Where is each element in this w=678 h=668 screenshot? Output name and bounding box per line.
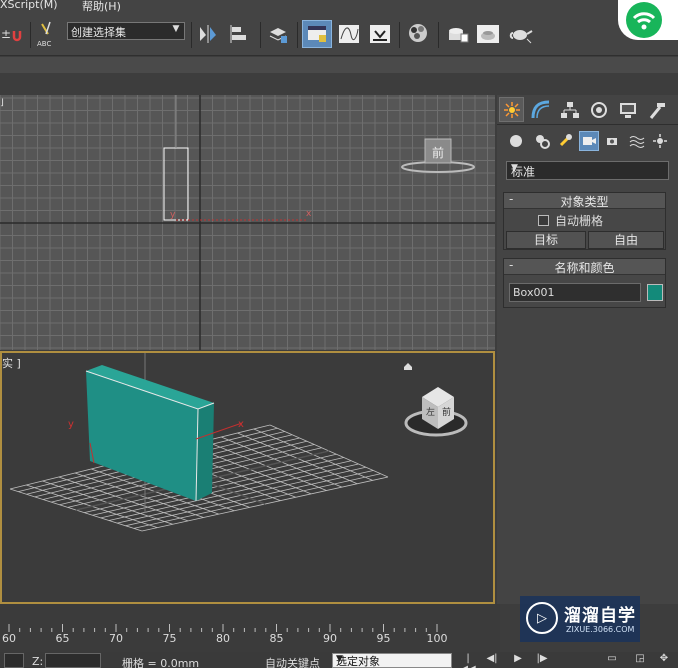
object-type-title: 对象类型 [560,195,609,209]
rendered-frame-icon[interactable] [474,20,502,48]
command-panel: 标准 ▼ - 对象类型 自动栅格 目标 自由 - 名称和颜色 Box001 [497,95,678,604]
object-name-field[interactable]: Box001 [509,283,641,302]
play-logo-icon: ▷ [526,602,558,634]
chevron-down-icon: ▼ [336,654,343,664]
hierarchy-tab-icon[interactable] [557,97,582,122]
create-category-tabs [497,129,678,155]
perspective-objects: y x 左 前 [68,353,468,513]
named-selection-value: 创建选择集 [71,26,126,39]
align-icon[interactable] [228,20,252,48]
go-to-start-icon[interactable]: |◀◀ [460,653,476,668]
timeline-tick-label: 100 [426,632,448,645]
space-warps-icon[interactable] [627,131,647,151]
abc-label: ABC [37,40,51,48]
timeline-tick-label: 85 [269,632,284,645]
edit-named-selection-icon[interactable]: ABC [36,20,60,48]
svg-text:±: ± [1,27,11,41]
selection-set-dropdown[interactable]: 选定对象 ▼ [332,653,452,668]
timeline-ruler [8,624,438,632]
schematic-view-icon[interactable] [367,20,393,48]
named-selection-dropdown[interactable]: 创建选择集 ▼ [67,22,185,40]
helpers-icon[interactable] [603,131,623,151]
name-color-rollout: - 名称和颜色 Box001 [503,258,666,308]
motion-tab-icon[interactable] [586,97,611,122]
object-type-rollout: - 对象类型 自动栅格 目标 自由 [503,192,666,250]
chevron-down-icon: ▼ [172,24,180,34]
teal-box[interactable] [85,365,215,502]
perspective-label[interactable]: 实 ] [2,355,21,371]
main-toolbar: ± ABC 创建选择集 ▼ [0,14,678,56]
material-editor-icon[interactable] [405,20,433,48]
status-bar: Z: 栅格 = 0.0mm 自动关键点 选定对象 ▼ [0,652,678,668]
chevron-down-icon: ▼ [511,163,518,173]
cameras-icon[interactable] [579,131,599,151]
autogrid-row[interactable]: 自动栅格 [538,213,604,228]
timeline-tick-label: 95 [376,632,391,645]
create-tab-icon[interactable] [499,97,524,122]
curve-editor-icon[interactable] [336,20,362,48]
timeline-tick-label: 60 [2,632,16,645]
pan-icon[interactable]: ✥ [656,653,672,667]
persp-y-axis-label: y [68,419,74,430]
layer-manager-icon[interactable] [266,20,290,48]
watermark-url: ZIXUE.3066.COM [566,625,635,634]
object-type-rollout-header[interactable]: - 对象类型 [504,192,665,209]
menu-maxscript[interactable]: XScript(M) [0,0,58,11]
display-tab-icon[interactable] [615,97,640,122]
x-axis-label: x [306,209,312,219]
name-color-title: 名称和颜色 [554,261,615,275]
play-icon[interactable]: ▶ [510,653,526,667]
menu-bar: XScript(M) 帮助(H) [0,0,678,14]
target-camera-button[interactable]: 目标 [506,231,586,249]
persp-viewcube-left-label: 左 [426,406,435,418]
timeline-tick-label: 90 [323,632,337,645]
selected-box-top[interactable] [163,147,189,221]
object-color-swatch[interactable] [647,284,663,301]
perspective-viewport[interactable]: y x 左 前 实 ] [0,351,495,604]
zoom-icon[interactable]: ◲ [632,653,648,667]
menu-help[interactable]: 帮助(H) [82,0,121,14]
timeline-tick-label: 65 [55,632,70,645]
timeline-tick-label: 70 [109,632,123,645]
mirror-icon[interactable] [196,20,220,48]
utilities-tab-icon[interactable] [644,97,669,122]
scene-explorer-icon[interactable] [302,20,332,48]
persp-viewcube-front-label: 前 [442,406,451,418]
viewcube-face-label: 前 [432,145,444,160]
systems-icon[interactable] [650,131,670,151]
autogrid-label: 自动栅格 [555,213,604,228]
ribbon-strip [0,57,678,73]
render-teapot-icon[interactable] [507,20,535,48]
timeline-tick-label: 80 [216,632,230,645]
name-color-rollout-header[interactable]: - 名称和颜色 [504,258,665,275]
shapes-icon[interactable] [532,131,552,151]
geometry-icon[interactable] [506,131,526,151]
z-label: Z: [32,655,44,668]
timeline-track[interactable] [0,604,500,654]
top-viewport[interactable]: ] x y 前 [0,95,495,350]
home-icon[interactable] [404,363,412,370]
render-setup-icon[interactable] [443,20,471,48]
previous-frame-icon[interactable]: ◀| [484,653,500,667]
z-coordinate-field[interactable] [45,653,101,668]
object-category-dropdown[interactable]: 标准 ▼ [506,161,669,180]
grid-size-label: 栅格 = 0.0mm [122,657,200,668]
top-viewport-objects: x y 前 [163,95,475,221]
auto-key-button[interactable]: 自动关键点 [265,655,320,668]
free-camera-button[interactable]: 自由 [588,231,664,249]
lights-icon[interactable] [555,131,575,151]
command-panel-tabs [497,95,678,125]
wifi-badge [618,0,678,40]
timeline-tick-label: 75 [162,632,177,645]
key-mode-icon[interactable]: ▭ [604,653,620,667]
watermark: ▷ 溜溜自学 ZIXUE.3066.COM [520,596,640,642]
y-axis-label: y [170,210,176,220]
autogrid-checkbox[interactable] [538,214,549,226]
modify-tab-icon[interactable] [528,97,553,122]
watermark-title: 溜溜自学 [564,606,636,626]
snap-magnet-icon[interactable]: ± [0,20,24,48]
next-frame-icon[interactable]: |▶ [534,653,550,667]
wifi-icon [626,2,662,38]
